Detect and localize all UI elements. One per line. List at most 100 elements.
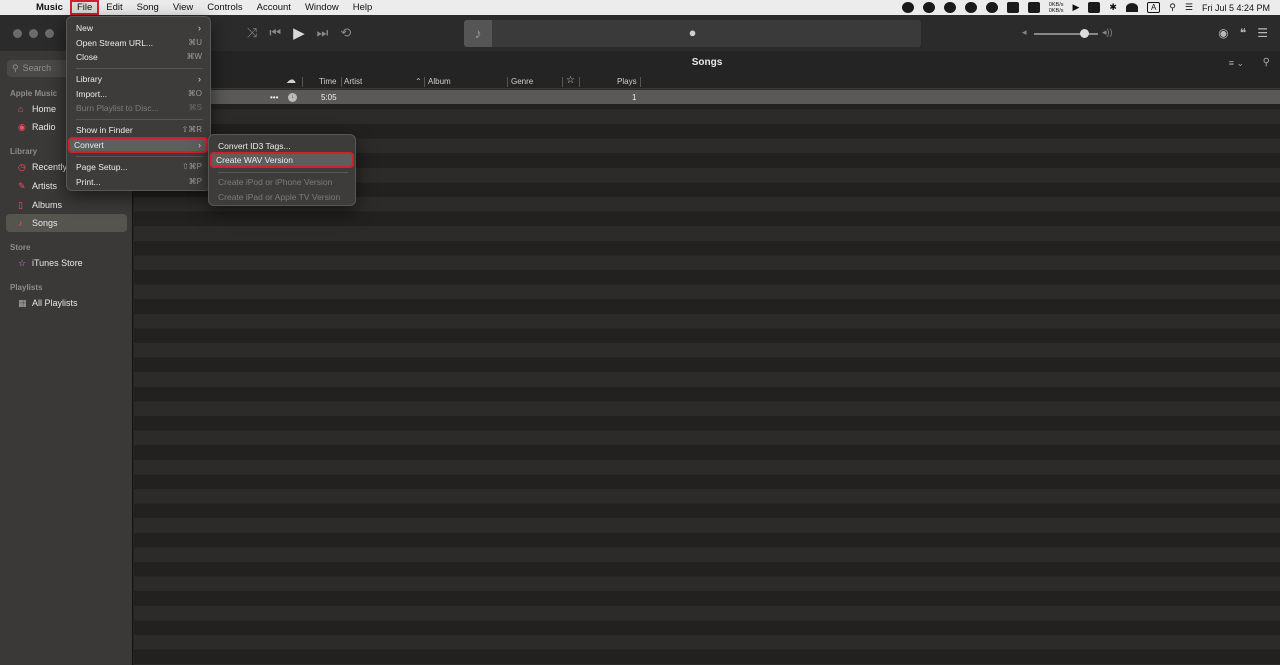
menu-item-convert-id3[interactable]: Convert ID3 Tags... [213, 139, 352, 153]
search-icon[interactable]: ⚲ [1263, 57, 1270, 68]
menu-item-import[interactable]: Import... ⌘O [71, 87, 207, 101]
sidebar-item-albums[interactable]: ▯ Albums [6, 196, 127, 214]
menu-item-print[interactable]: Print... ⌘P [71, 175, 207, 189]
menu-item-page-setup[interactable]: Page Setup... ⇧⌘P [71, 160, 207, 174]
content-header: Songs ≡ ⌄ ⚲ [134, 51, 1280, 73]
page-title: Songs [691, 57, 723, 68]
column-genre[interactable]: Genre [511, 77, 533, 86]
chat-status-icon[interactable] [901, 2, 914, 13]
repeat-icon[interactable]: ⟲ [340, 25, 351, 41]
menu-item-open-stream[interactable]: Open Stream URL... ⌘U [71, 36, 207, 50]
next-track-icon[interactable]: ⏭ [317, 25, 329, 41]
shortcut: ⌘O [187, 89, 202, 98]
menubar-clock[interactable]: Fri Jul 5 4:24 PM [1202, 3, 1270, 13]
menu-account[interactable]: Account [250, 0, 298, 15]
input-source-indicator[interactable]: A [1146, 2, 1161, 13]
section-library: Library [10, 147, 38, 156]
search-placeholder: Search [22, 63, 52, 73]
sidebar-item-all-playlists[interactable]: ▦ All Playlists [6, 294, 127, 312]
airplay-icon[interactable]: ◉ [1218, 26, 1228, 40]
menu-controls[interactable]: Controls [200, 0, 249, 15]
menu-item-new[interactable]: New › [71, 21, 207, 35]
previous-track-icon[interactable]: ⏮ [269, 25, 281, 41]
sort-ascending-icon: ⌃ [415, 77, 422, 86]
menu-app-name[interactable]: Music [30, 0, 70, 15]
bird-status-icon[interactable] [1006, 2, 1019, 13]
column-album[interactable]: Album [428, 77, 451, 86]
column-divider [424, 77, 425, 87]
shortcut: ⌘U [188, 38, 202, 47]
view-options-icon[interactable]: ≡ ⌄ [1229, 58, 1244, 69]
menu-item-label: Create WAV Version [216, 155, 294, 165]
download-icon[interactable]: ↓ [288, 93, 297, 102]
queue-icon[interactable]: ☰ [1257, 26, 1268, 40]
column-divider [579, 77, 580, 87]
bluetooth-icon[interactable]: ✱ [1109, 2, 1117, 13]
column-time[interactable]: Time [319, 77, 336, 86]
spotlight-search-icon[interactable]: ⚲ [1169, 2, 1176, 13]
menu-item-close[interactable]: Close ⌘W [71, 50, 207, 64]
menu-item-create-appletv-version: Create iPad or Apple TV Version [213, 190, 352, 204]
now-playing-display[interactable]: ♪ ● [464, 20, 921, 47]
close-window-button[interactable] [13, 29, 22, 38]
menu-item-library[interactable]: Library › [71, 72, 207, 86]
radio-icon: ◉ [18, 122, 26, 132]
control-center-icon[interactable]: ☰ [1185, 2, 1193, 13]
home-icon: ⌂ [18, 104, 24, 114]
menu-separator [218, 172, 348, 173]
bookmark-status-icon[interactable] [1027, 2, 1040, 13]
vpn-status-icon[interactable] [985, 2, 998, 13]
menu-separator [76, 119, 203, 120]
more-options-button[interactable]: ••• [270, 93, 278, 102]
album-icon: ▯ [18, 200, 23, 210]
table-row[interactable]: ••• ↓ 5:05 1 [134, 90, 1280, 104]
row-plays: 1 [632, 93, 637, 102]
menu-item-convert[interactable]: Convert › [68, 137, 208, 153]
menu-item-label: Burn Playlist to Disc... [76, 103, 159, 113]
sidebar-item-label: Recently [32, 162, 68, 172]
menu-item-create-wav[interactable]: Create WAV Version [210, 152, 354, 168]
menu-item-label: Close [76, 52, 98, 62]
menu-item-label: Create iPad or Apple TV Version [218, 192, 341, 202]
wifi-icon[interactable] [1125, 3, 1138, 12]
toolbar-right: ◉ ❝ ☰ [1218, 26, 1268, 40]
music-note-icon: ♪ [464, 20, 492, 47]
sidebar-item-itunes-store[interactable]: ☆ iTunes Store [6, 254, 127, 272]
play-status-icon[interactable]: ▶ [1072, 2, 1079, 13]
window-controls [13, 29, 54, 38]
menu-edit[interactable]: Edit [99, 0, 129, 15]
chevron-right-icon: › [198, 74, 201, 84]
menu-song[interactable]: Song [130, 0, 166, 15]
menu-separator [76, 68, 203, 69]
network-speed[interactable]: 0KB/s 0KB/s [1049, 2, 1064, 14]
openai-status-icon[interactable] [943, 2, 956, 13]
volume-slider[interactable] [1034, 29, 1098, 38]
menu-view[interactable]: View [166, 0, 200, 15]
menu-item-label: New [76, 23, 94, 33]
shortcut: ⇧⌘P [181, 162, 202, 171]
cloud-status-column-icon[interactable]: ☁ [286, 75, 296, 86]
menu-item-show-in-finder[interactable]: Show in Finder ⇧⌘R [71, 123, 207, 137]
shortcut: ⇧⌘R [181, 125, 202, 134]
lyrics-icon[interactable]: ❝ [1240, 26, 1246, 40]
sidebar-item-songs[interactable]: ♪ Songs [6, 214, 127, 232]
microphone-icon: ✎ [18, 181, 26, 191]
menu-file[interactable]: File [69, 0, 100, 15]
shuffle-icon[interactable]: ⤨ [247, 25, 257, 41]
play-icon[interactable]: ▶ [293, 24, 305, 42]
sidebar-item-label: iTunes Store [32, 258, 83, 268]
grid-status-icon[interactable] [1088, 2, 1101, 13]
menu-help[interactable]: Help [346, 0, 380, 15]
zoom-window-button[interactable] [45, 29, 54, 38]
messenger-status-icon[interactable] [922, 2, 935, 13]
favorite-column-star-icon[interactable]: ☆ [566, 75, 575, 86]
column-artist[interactable]: Artist [344, 77, 362, 86]
sidebar-item-label: Artists [32, 181, 58, 191]
checkmark-status-icon[interactable] [964, 2, 977, 13]
column-plays[interactable]: Plays [617, 77, 637, 86]
menu-item-burn-playlist: Burn Playlist to Disc... ⌘S [71, 101, 207, 115]
minimize-window-button[interactable] [29, 29, 38, 38]
section-apple-music: Apple Music [10, 89, 58, 98]
menu-window[interactable]: Window [298, 0, 346, 15]
chevron-right-icon: › [198, 23, 201, 33]
